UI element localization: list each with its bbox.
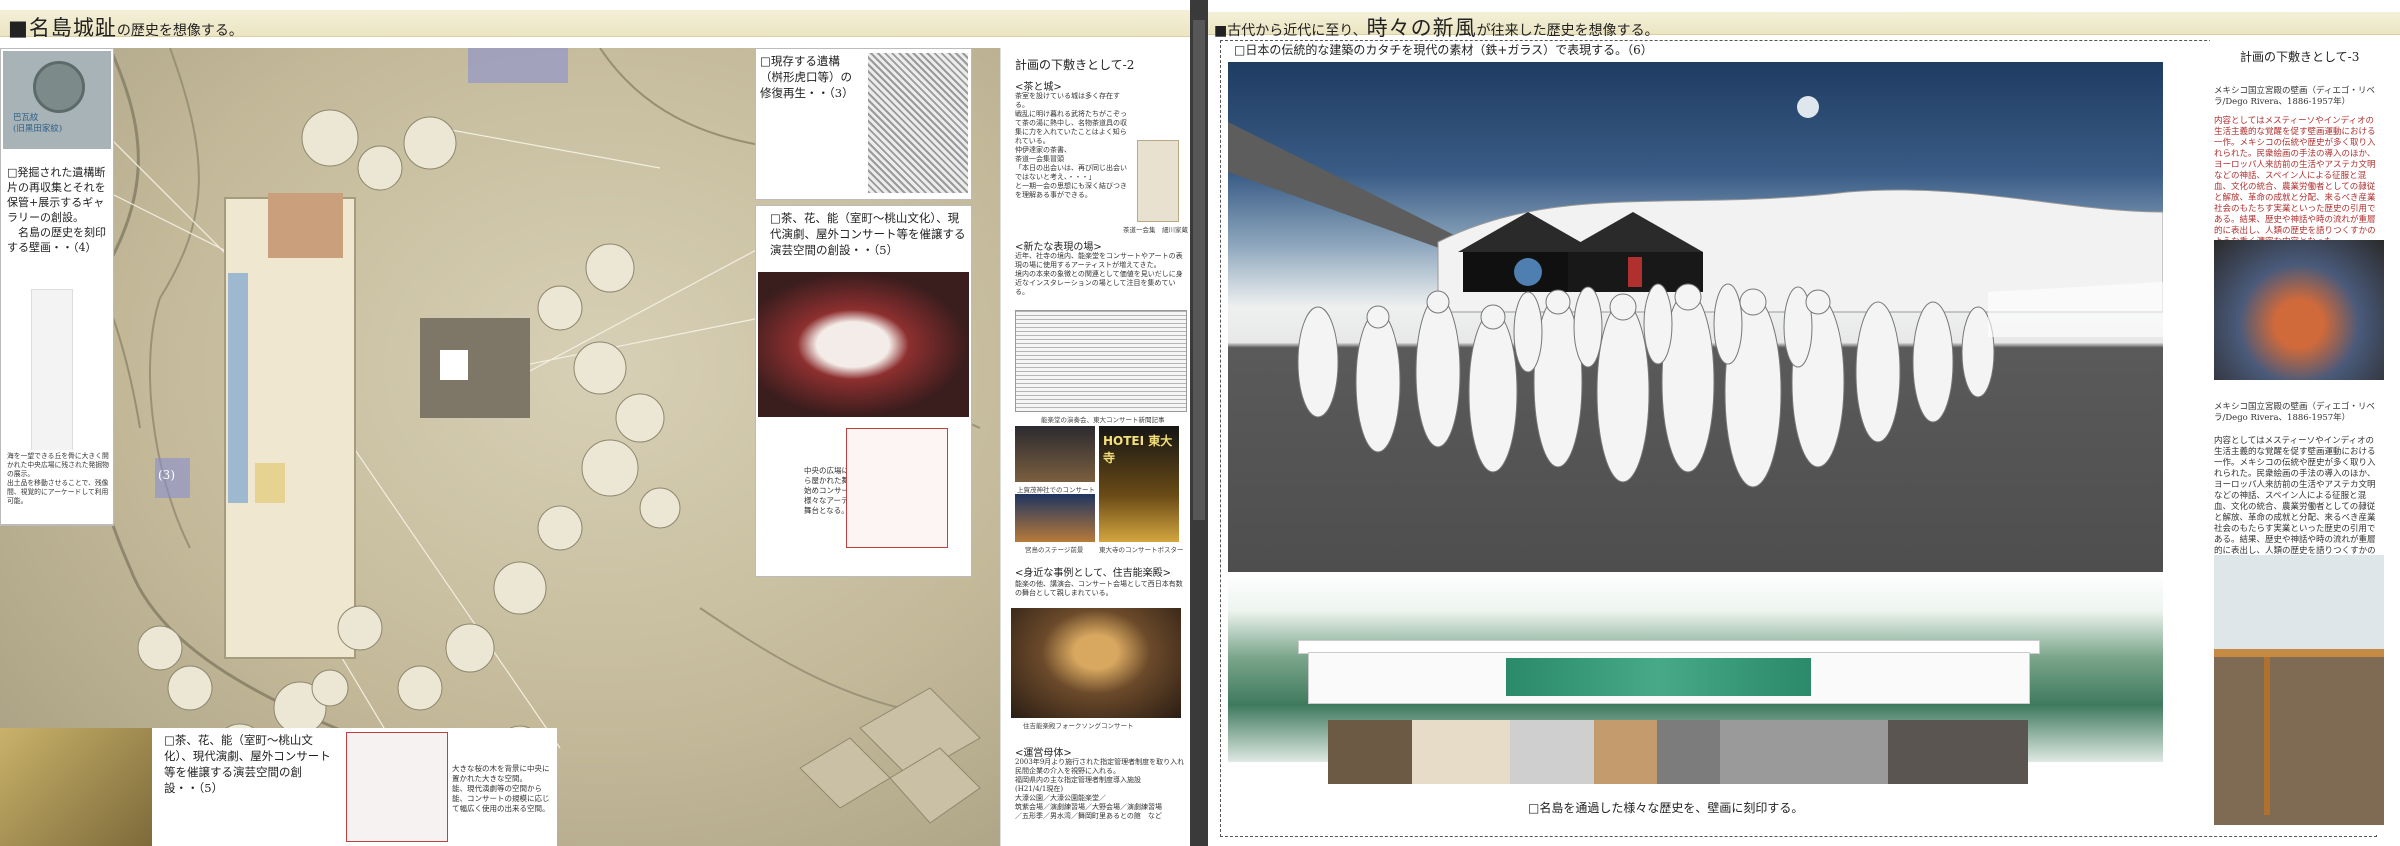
restore-callout: □現存する遺構（桝形虎口等）の修復再生・・（3）	[755, 48, 972, 200]
roof-beam	[2214, 649, 2384, 657]
rendering-drawing	[1228, 96, 2163, 488]
right-title-big: 時々の新風	[1366, 16, 1477, 40]
ruins-photo	[868, 53, 968, 193]
tea-document-caption: 茶道一会集 細川家蔵	[1123, 226, 1188, 234]
newspaper-caption: 能楽堂の演奏会、東大コンサート新聞記事	[1041, 416, 1165, 424]
column-2-heading: 計画の下敷きとして-2	[1015, 58, 1135, 72]
historic-painting-photo	[0, 728, 152, 846]
performance-space-callout-text: □茶、花、能（室町～桃山文化）、現代演劇、屋外コンサート等を催譲する演芸空間の創…	[164, 733, 331, 795]
noh-stage-callout: □茶、花、能（室町～桃山文化）、現代演劇、屋外コンサート等を催譲する演芸空間の創…	[755, 205, 972, 577]
gallery-note-text: 海を一望できる丘を骨に大きく開かれた中央広場に残された発掘物の展示。 出土品を移…	[7, 452, 109, 505]
noh-performance-photo	[758, 272, 969, 417]
column-3-heading: 計画の下敷きとして-3	[2240, 50, 2360, 64]
left-title-sub: の歴史を想像する。	[116, 23, 243, 39]
mural-band	[1506, 658, 1811, 696]
stage-view-photo	[1015, 494, 1095, 542]
mural-2-text: 内容としてはメスティーソやインディオの生活主義的な覚醒を促す壁画運動における一作…	[2214, 436, 2376, 567]
right-title-post: が往来した歴史を想像する。	[1476, 23, 1659, 39]
left-title: ■名島城趾の歴史を想像する。	[8, 12, 243, 42]
tea-and-castle-heading: <茶と城>	[1015, 82, 1062, 93]
new-expression-text: 近年、社寺の境内、能楽堂をコンサートやアートの表現の場に使用するアーティストが増…	[1015, 252, 1183, 296]
plaza-sketch-callout: 大きな桜の木を背景に中央に置かれた大きな空間。 能、現代演劇等の空間から能、コン…	[342, 728, 557, 846]
stone-wall-photo	[2214, 555, 2384, 825]
shrine-concert-caption: 上賀茂神社でのコンサート	[1017, 486, 1095, 494]
crowd-rendering	[1228, 62, 2163, 572]
stamp-label: 巴瓦紋 (旧黒田家紋)	[13, 113, 63, 134]
sumiyoshi-hall-photo	[1011, 608, 1181, 718]
right-title-pre: ■古代から近代に至り、	[1214, 23, 1367, 39]
noh-stage-callout-text: □茶、花、能（室町～桃山文化）、現代演劇、屋外コンサート等を催譲する演芸空間の創…	[770, 211, 966, 257]
mural-1-text: 内容としてはメスティーソやインディオの生活主義的な覚醒を促す壁画運動における一作…	[2214, 116, 2376, 247]
roof-tile-photo: 巴瓦紋 (旧黒田家紋)	[3, 51, 111, 149]
sumiyoshi-caption: 住吉能楽殿フォークソングコンサート	[1023, 722, 1134, 730]
render-caption: □日本の伝統的な建築のカタチを現代の素材（鉄+ガラス）で表現する。（6）	[1234, 43, 1653, 57]
plan-basis-column-2: 計画の下敷きとして-2 <茶と城> 茶室を設けている城は多く存在する。 戦乱に明…	[1000, 48, 1190, 846]
plaza-sketch	[346, 732, 448, 842]
shrine-concert-photo	[1015, 426, 1095, 482]
history-photo-strip	[1328, 720, 2028, 784]
stage-sketch	[846, 428, 948, 548]
mural-1-title: メキシコ国立宮殿の壁画（ディエゴ・リベラ/Dego Rivera、1886-19…	[2214, 86, 2375, 107]
operator-text: 2003年9月より施行された指定管理者制度を取り入れ民間企業の介入を視野に入れる…	[1015, 758, 1185, 820]
restore-callout-text: □現存する遺構（桝形虎口等）の修復再生・・（3）	[760, 54, 854, 100]
gallery-callout-text: □発掘された遺構断片の再収集とそれを保管+展示するギャラリーの創設。 名島の歴史…	[7, 166, 106, 254]
roof-tile-emblem	[33, 61, 85, 113]
left-title-main: ■名島城趾	[8, 16, 117, 40]
tea-and-castle-text: 茶室を設けている城は多く存在する。 戦乱に明け暮れる武将たちがこぞって茶の湯に熱…	[1015, 92, 1127, 199]
gallery-note: 海を一望できる丘を骨に大きく開かれた中央広場に残された発掘物の展示。 出土品を移…	[0, 450, 114, 525]
poster-title: HOTEI 東大寺	[1103, 434, 1173, 465]
tea-document-photo	[1137, 140, 1179, 222]
performance-space-callout: □茶、花、能（室町～桃山文化）、現代演劇、屋外コンサート等を催譲する演芸空間の創…	[152, 728, 342, 846]
right-board: ■古代から近代に至り、時々の新風が往来した歴史を想像する。 □日本の伝統的な建築…	[1208, 0, 2400, 846]
area-marker-3: (3)	[158, 468, 175, 482]
plan-basis-column-3: 計画の下敷きとして-3 メキシコ国立宮殿の壁画（ディエゴ・リベラ/Dego Ri…	[2210, 40, 2390, 835]
mural-2-title: メキシコ国立宮殿の壁画（ディエゴ・リベラ/Dego Rivera、1886-19…	[2214, 402, 2375, 423]
poster-caption: 東大寺のコンサートポスター	[1099, 546, 1184, 554]
new-expression-heading: <新たな表現の場>	[1015, 242, 1102, 253]
sumiyoshi-text: 能楽の他、講演会、コンサート会場として西日本有数の舞台として親しまれている。	[1015, 580, 1183, 597]
stage-view-caption: 宮島のステージ前景	[1025, 546, 1084, 554]
right-title: ■古代から近代に至り、時々の新風が往来した歴史を想像する。	[1214, 12, 1659, 42]
todaiji-concert-poster: HOTEI 東大寺	[1099, 426, 1179, 542]
operator-heading: <運営母体>	[1015, 748, 1072, 759]
newspaper-clipping	[1015, 310, 1187, 412]
wall-caption: □名島を通過した様々な歴史を、壁画に刻印する。	[1528, 801, 1804, 815]
pillar-left	[2264, 655, 2270, 815]
left-board: ■名島城趾の歴史を想像する。 (3) 巴瓦紋 (旧黒田家紋) □発掘された遺構断…	[0, 0, 1190, 846]
plaza-sketch-text: 大きな桜の木を背景に中央に置かれた大きな空間。 能、現代演劇等の空間から能、コン…	[452, 764, 550, 813]
scroll-grip[interactable]	[1193, 20, 1205, 520]
sumiyoshi-heading: <身近な事例として、住吉能楽殿>	[1015, 568, 1171, 579]
mural-1-photo	[2214, 240, 2384, 380]
